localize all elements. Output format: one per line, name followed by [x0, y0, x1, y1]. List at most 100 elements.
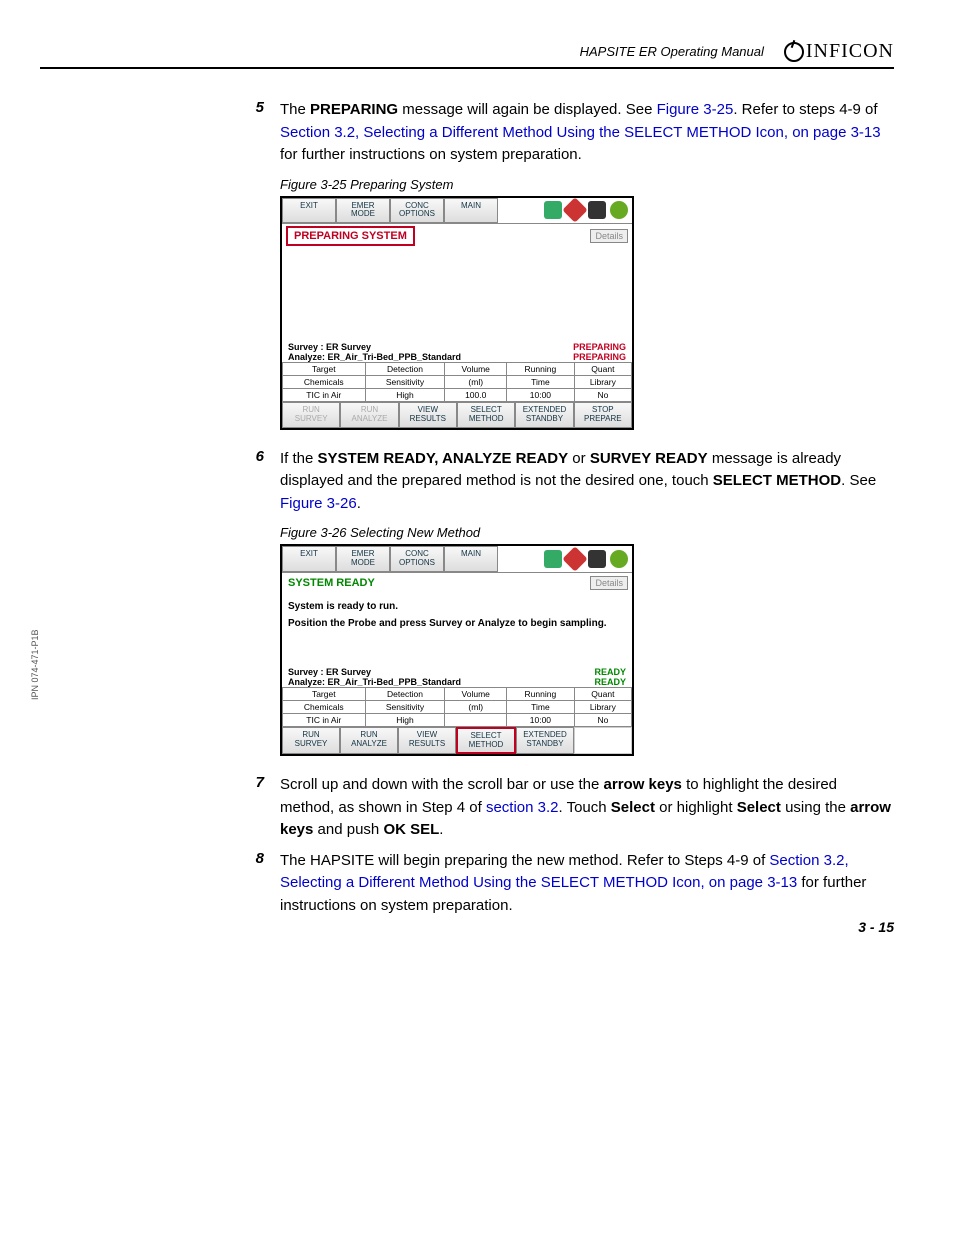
run-analyze-button: RUN ANALYZE — [340, 402, 398, 428]
text: If the — [280, 450, 318, 467]
msg-line: System is ready to run. — [288, 601, 626, 612]
bold-text: Select — [737, 799, 781, 816]
battery-icon — [588, 201, 606, 219]
text: message will again be displayed. See — [398, 101, 657, 118]
text: The — [280, 101, 310, 118]
step-6: 6 If the SYSTEM READY, ANALYZE READY or … — [250, 448, 894, 516]
msg-line: Position the Probe and press Survey or A… — [288, 618, 626, 629]
step-number: 7 — [250, 774, 264, 842]
cell: 10:00 — [507, 713, 575, 726]
stop-prepare-button[interactable]: STOP PREPARE — [574, 402, 632, 428]
analyze-row: Analyze: ER_Air_Tri-Bed_PPB_Standard PRE… — [282, 352, 632, 362]
icon-bar — [498, 546, 632, 572]
cell: Volume — [445, 687, 507, 700]
cell: Time — [507, 376, 575, 389]
emer-mode-button[interactable]: EMER MODE — [336, 546, 390, 572]
select-method-button[interactable]: SELECT METHOD — [457, 402, 515, 428]
select-method-button[interactable]: SELECT METHOD — [456, 727, 516, 755]
page-header: HAPSITE ER Operating Manual INFICON — [40, 40, 894, 69]
bold-text: PREPARING — [310, 101, 398, 118]
text: for further instructions on system prepa… — [280, 146, 582, 163]
cell: Detection — [365, 687, 445, 700]
cell: Library — [574, 376, 631, 389]
cell: (ml) — [445, 700, 507, 713]
bold-text: SURVEY READY — [590, 450, 708, 467]
cell — [445, 713, 507, 726]
step-body: The HAPSITE will begin preparing the new… — [280, 850, 894, 918]
status-row: PREPARING SYSTEM Details — [282, 224, 632, 248]
details-button[interactable]: Details — [590, 229, 628, 243]
status-icon — [610, 550, 628, 568]
info-icon[interactable] — [562, 198, 587, 223]
cell: Quant — [574, 687, 631, 700]
message-area: System is ready to run. Position the Pro… — [282, 593, 632, 667]
run-survey-button: RUN SURVEY — [282, 402, 340, 428]
xref-link[interactable]: Figure 3-26 — [280, 495, 357, 512]
analyze-row: Analyze: ER_Air_Tri-Bed_PPB_Standard REA… — [282, 677, 632, 687]
text: using the — [781, 799, 850, 816]
bold-text: OK SEL — [383, 821, 439, 838]
help-icon[interactable] — [544, 201, 562, 219]
status-row: SYSTEM READY Details — [282, 573, 632, 593]
cell: Running — [507, 363, 575, 376]
xref-link[interactable]: Figure 3-25 — [657, 101, 734, 118]
extended-standby-button[interactable]: EXTENDED STANDBY — [515, 402, 573, 428]
survey-label: Survey : ER Survey — [288, 667, 371, 677]
survey-status: PREPARING — [573, 342, 626, 352]
cell: High — [365, 389, 445, 402]
text: or — [568, 450, 590, 467]
run-survey-button[interactable]: RUN SURVEY — [282, 727, 340, 755]
table-row: TIC in AirHigh10:00No — [283, 713, 632, 726]
bottom-bar: RUN SURVEY RUN ANALYZE VIEW RESULTS SELE… — [282, 727, 632, 755]
table-row: ChemicalsSensitivity(ml)TimeLibrary — [283, 376, 632, 389]
step-7: 7 Scroll up and down with the scroll bar… — [250, 774, 894, 842]
ss-topbar: EXIT EMER MODE CONC OPTIONS MAIN — [282, 546, 632, 573]
cell: Target — [283, 363, 366, 376]
step-body: The PREPARING message will again be disp… — [280, 99, 894, 167]
emer-mode-button[interactable]: EMER MODE — [336, 198, 390, 224]
main-button[interactable]: MAIN — [444, 546, 498, 572]
figure-25-caption: Figure 3-25 Preparing System — [280, 177, 894, 192]
step-number: 6 — [250, 448, 264, 516]
conc-options-button[interactable]: CONC OPTIONS — [390, 546, 444, 572]
cell: TIC in Air — [283, 389, 366, 402]
message-area — [282, 248, 632, 342]
details-button[interactable]: Details — [590, 576, 628, 590]
help-icon[interactable] — [544, 550, 562, 568]
info-icon[interactable] — [562, 546, 587, 571]
step-number: 5 — [250, 99, 264, 167]
bold-text: SYSTEM READY, ANALYZE READY — [318, 450, 569, 467]
cell: Time — [507, 700, 575, 713]
table-row: TargetDetectionVolumeRunningQuant — [283, 363, 632, 376]
xref-link[interactable]: section 3.2 — [486, 799, 559, 816]
cell: Chemicals — [283, 376, 366, 389]
main-button[interactable]: MAIN — [444, 198, 498, 224]
empty-button — [574, 727, 632, 755]
cell: 10:00 — [507, 389, 575, 402]
cell: 100.0 — [445, 389, 507, 402]
xref-link[interactable]: Section 3.2, Selecting a Different Metho… — [280, 124, 881, 141]
bold-text: SELECT METHOD — [713, 472, 841, 489]
text: . — [439, 821, 443, 838]
cell: High — [365, 713, 445, 726]
text: . Touch — [559, 799, 611, 816]
table-row: TIC in AirHigh100.010:00No — [283, 389, 632, 402]
step-body: If the SYSTEM READY, ANALYZE READY or SU… — [280, 448, 894, 516]
text: . See — [841, 472, 876, 489]
cell: Chemicals — [283, 700, 366, 713]
analyze-status: READY — [594, 677, 626, 687]
page-number: 3 - 15 — [858, 919, 894, 935]
text: The HAPSITE will begin preparing the new… — [280, 852, 769, 869]
extended-standby-button[interactable]: EXTENDED STANDBY — [516, 727, 574, 755]
params-table: TargetDetectionVolumeRunningQuant Chemic… — [282, 362, 632, 402]
view-results-button[interactable]: VIEW RESULTS — [399, 402, 457, 428]
ss-topbar: EXIT EMER MODE CONC OPTIONS MAIN — [282, 198, 632, 225]
exit-button[interactable]: EXIT — [282, 546, 336, 572]
cell: Detection — [365, 363, 445, 376]
step-8: 8 The HAPSITE will begin preparing the n… — [250, 850, 894, 918]
exit-button[interactable]: EXIT — [282, 198, 336, 224]
preparing-badge: PREPARING SYSTEM — [286, 226, 415, 246]
view-results-button[interactable]: VIEW RESULTS — [398, 727, 456, 755]
conc-options-button[interactable]: CONC OPTIONS — [390, 198, 444, 224]
run-analyze-button[interactable]: RUN ANALYZE — [340, 727, 398, 755]
